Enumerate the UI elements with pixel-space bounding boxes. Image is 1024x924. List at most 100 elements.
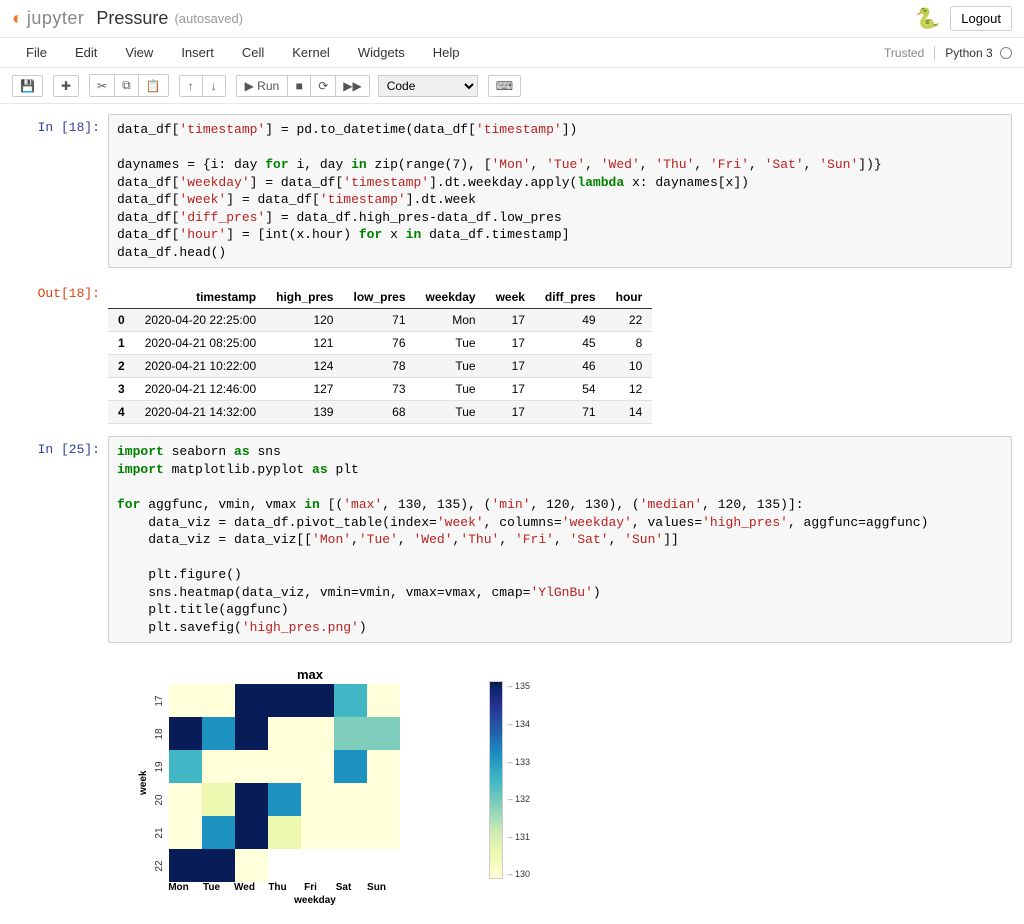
table-row: 22020-04-21 10:22:0012478Tue174610 — [108, 355, 652, 378]
heatmap-cell — [334, 816, 367, 849]
add-cell-button[interactable]: ✚ — [53, 75, 79, 97]
heatmap-cell — [334, 783, 367, 816]
copy-button[interactable]: ⧉ — [114, 74, 139, 97]
heatmap-cell — [202, 717, 235, 750]
heatmap-cell — [268, 684, 301, 717]
heatmap-cell — [202, 849, 235, 882]
heatmap-cell — [202, 783, 235, 816]
notebook-container: In [18]: data_df['timestamp'] = pd.to_da… — [0, 104, 1024, 924]
table-header: hour — [606, 286, 653, 309]
run-button[interactable]: ▶ Run — [236, 75, 289, 97]
heatmap-cell — [235, 816, 268, 849]
menu-cell[interactable]: Cell — [228, 40, 278, 65]
menu-kernel[interactable]: Kernel — [278, 40, 344, 65]
table-header: high_pres — [266, 286, 343, 309]
dataframe-table: timestamphigh_preslow_presweekdayweekdif… — [108, 286, 652, 424]
heatmap-cell — [169, 816, 202, 849]
command-palette-button[interactable]: ⌨ — [488, 75, 521, 97]
cut-button[interactable]: ✂ — [89, 74, 115, 97]
x-axis-label: weekday — [162, 895, 468, 906]
table-row: 12020-04-21 08:25:0012176Tue17458 — [108, 332, 652, 355]
cell-type-select[interactable]: Code — [378, 75, 478, 97]
y-axis-label: week — [138, 684, 149, 882]
jupyter-icon: ◐ — [12, 8, 23, 29]
heatmap-cell — [169, 783, 202, 816]
python-icon: 🐍 — [915, 6, 940, 31]
table-row: 02020-04-20 22:25:0012071Mon174922 — [108, 309, 652, 332]
move-up-button[interactable]: ↑ — [179, 75, 203, 97]
y-axis-ticks: 171819202122 — [151, 684, 169, 882]
heatmap-cell — [268, 750, 301, 783]
menu-insert[interactable]: Insert — [167, 40, 228, 65]
heatmap-cell — [202, 750, 235, 783]
heatmap-cell — [301, 717, 334, 750]
table-header: weekday — [416, 286, 486, 309]
menu-help[interactable]: Help — [419, 40, 474, 65]
heatmap-cell — [334, 750, 367, 783]
heatmap-cell — [334, 684, 367, 717]
output-cell: Out[18]: timestamphigh_preslow_presweekd… — [0, 278, 1024, 426]
code-cell[interactable]: In [18]: data_df['timestamp'] = pd.to_da… — [0, 112, 1024, 270]
table-header: low_pres — [343, 286, 415, 309]
notebook-name[interactable]: Pressure — [96, 8, 168, 29]
output-prompt: Out[18]: — [12, 280, 108, 424]
table-header: timestamp — [135, 286, 266, 309]
jupyter-brand-text: jupyter — [27, 8, 85, 29]
menu-widgets[interactable]: Widgets — [344, 40, 419, 65]
heatmap-cell — [235, 684, 268, 717]
paste-button[interactable]: 📋 — [138, 74, 169, 97]
heatmap-cell — [169, 849, 202, 882]
autosave-status: (autosaved) — [174, 11, 243, 26]
move-down-button[interactable]: ↓ — [202, 75, 226, 97]
heatmap-cell — [235, 783, 268, 816]
restart-button[interactable]: ⟳ — [310, 75, 336, 97]
heatmap-cell — [301, 684, 334, 717]
heatmap-cell — [367, 849, 400, 882]
save-button[interactable]: 💾 — [12, 75, 43, 97]
kernel-status-icon — [1000, 47, 1012, 59]
output-prompt-empty — [12, 655, 108, 906]
heatmap-cell — [301, 849, 334, 882]
logout-button[interactable]: Logout — [950, 6, 1012, 31]
input-prompt: In [18]: — [12, 114, 108, 268]
heatmap-cell — [301, 816, 334, 849]
menu-edit[interactable]: Edit — [61, 40, 111, 65]
heatmap-cell — [268, 849, 301, 882]
heatmap-cell — [235, 750, 268, 783]
stop-button[interactable]: ■ — [287, 75, 311, 97]
menubar: File Edit View Insert Cell Kernel Widget… — [0, 38, 1024, 68]
heatmap-cell — [334, 849, 367, 882]
input-prompt: In [25]: — [12, 436, 108, 643]
heatmap-cell — [169, 684, 202, 717]
table-row: 42020-04-21 14:32:0013968Tue177114 — [108, 401, 652, 424]
heatmap-cell — [367, 816, 400, 849]
kernel-name[interactable]: Python 3 — [934, 46, 1012, 60]
trusted-indicator[interactable]: Trusted — [884, 46, 924, 60]
table-header: week — [486, 286, 535, 309]
table-header: diff_pres — [535, 286, 606, 309]
toolbar: 💾 ✚ ✂ ⧉ 📋 ↑ ↓ ▶ Run ■ ⟳ ▶▶ Code ⌨ — [0, 68, 1024, 104]
code-input-area[interactable]: import seaborn as sns import matplotlib.… — [108, 436, 1012, 643]
code-cell[interactable]: In [25]: import seaborn as sns import ma… — [0, 434, 1024, 645]
heatmap-cell — [367, 684, 400, 717]
menu-view[interactable]: View — [111, 40, 167, 65]
heatmap-cell — [169, 717, 202, 750]
table-row: 32020-04-21 12:46:0012773Tue175412 — [108, 378, 652, 401]
heatmap-cell — [202, 684, 235, 717]
fast-forward-button[interactable]: ▶▶ — [335, 75, 369, 97]
heatmap-cell — [235, 717, 268, 750]
menu-file[interactable]: File — [12, 40, 61, 65]
notebook-header: ◐ jupyter Pressure (autosaved) 🐍 Logout — [0, 0, 1024, 38]
jupyter-logo[interactable]: ◐ jupyter — [12, 8, 84, 29]
output-cell: max week 171819202122 135134133132131130… — [0, 653, 1024, 908]
x-axis-ticks: MonTueWedThuFriSatSun — [162, 882, 468, 893]
heatmap-cell — [301, 783, 334, 816]
heatmap-plot: max week 171819202122 135134133132131130… — [108, 661, 468, 906]
heatmap-cell — [268, 717, 301, 750]
heatmap-cell — [268, 783, 301, 816]
heatmap-cell — [268, 816, 301, 849]
heatmap-cell — [367, 783, 400, 816]
heatmap-cell — [334, 717, 367, 750]
heatmap-cell — [301, 750, 334, 783]
code-input-area[interactable]: data_df['timestamp'] = pd.to_datetime(da… — [108, 114, 1012, 268]
